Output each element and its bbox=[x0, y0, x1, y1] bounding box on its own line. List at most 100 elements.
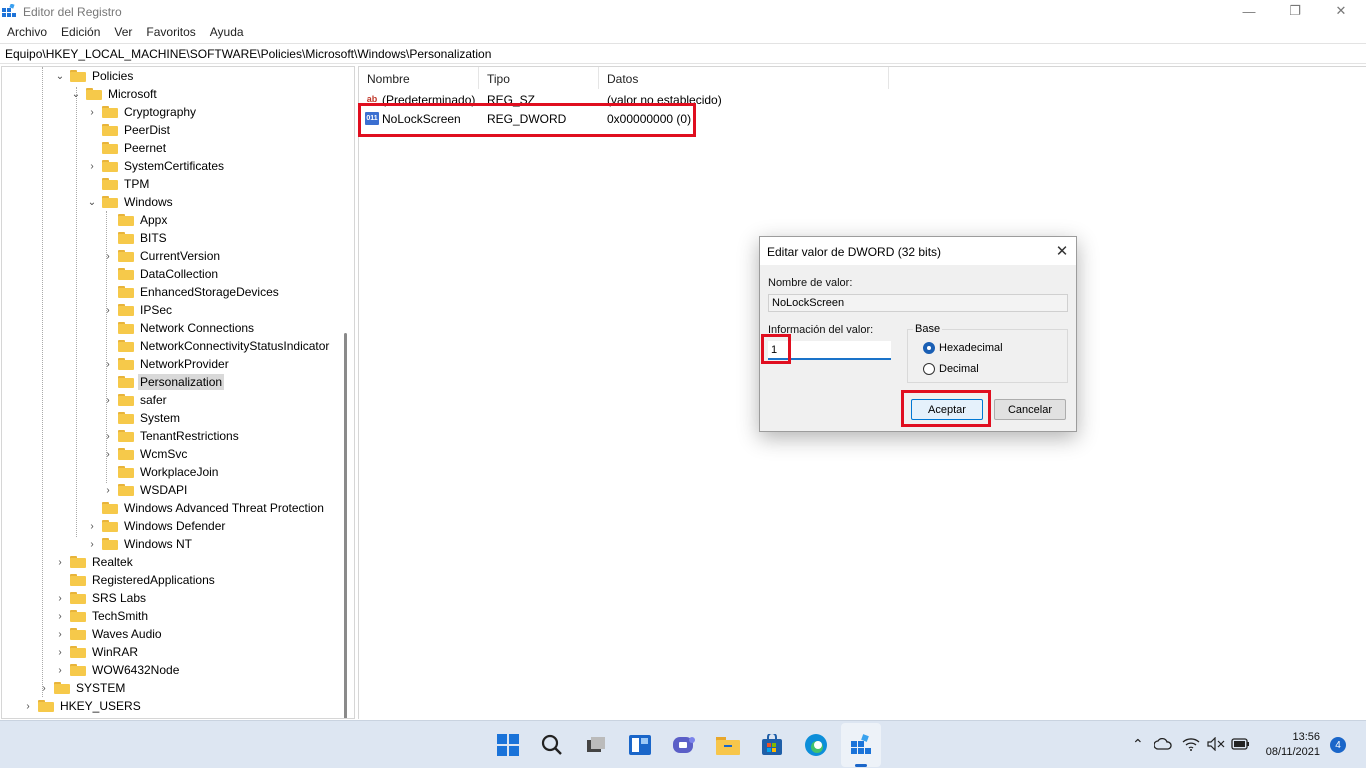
chevron-right-icon[interactable]: › bbox=[102, 448, 114, 460]
clock[interactable]: 13:56 08/11/2021 bbox=[1256, 730, 1320, 760]
radio-unchecked-icon[interactable] bbox=[923, 363, 935, 375]
column-header-name[interactable]: Nombre bbox=[359, 67, 479, 89]
base-label: Base bbox=[913, 323, 943, 335]
chevron-right-icon[interactable]: › bbox=[54, 610, 66, 622]
chevron-down-icon[interactable]: ⌄ bbox=[54, 70, 66, 82]
chevron-right-icon[interactable]: › bbox=[86, 160, 98, 172]
tree-item-winrar[interactable]: › WinRAR bbox=[54, 643, 140, 661]
tree-scrollbar-thumb[interactable] bbox=[344, 333, 347, 718]
tree-item-currentversion[interactable]: › CurrentVersion bbox=[102, 247, 222, 265]
tree-item-ipsec[interactable]: › IPSec bbox=[102, 301, 174, 319]
edge-browser-icon[interactable] bbox=[802, 731, 830, 759]
chevron-right-icon[interactable]: › bbox=[54, 646, 66, 658]
tree-item-networkconnectivitystatusindicator[interactable]: NetworkConnectivityStatusIndicator bbox=[102, 337, 331, 355]
notification-badge[interactable]: 4 bbox=[1330, 737, 1346, 753]
maximize-button[interactable]: ❐ bbox=[1272, 0, 1318, 22]
tree-item-cryptography[interactable]: › Cryptography bbox=[86, 103, 198, 121]
tree-item-windows-advanced-threat-protection[interactable]: Windows Advanced Threat Protection bbox=[86, 499, 326, 517]
tree-item-wsdapi[interactable]: › WSDAPI bbox=[102, 481, 189, 499]
tree-item-datacollection[interactable]: DataCollection bbox=[102, 265, 220, 283]
tree-item-windows[interactable]: ⌄ Windows bbox=[86, 193, 175, 211]
widgets-icon[interactable] bbox=[626, 731, 654, 759]
chevron-right-icon[interactable]: › bbox=[102, 430, 114, 442]
tree-item-waves-audio[interactable]: › Waves Audio bbox=[54, 625, 164, 643]
tree-item-enhancedstoragedevices[interactable]: EnhancedStorageDevices bbox=[102, 283, 281, 301]
menu-favoritos[interactable]: Favoritos bbox=[146, 22, 195, 42]
menu-edicion[interactable]: Edición bbox=[61, 22, 100, 42]
tree-item-windows-nt[interactable]: › Windows NT bbox=[86, 535, 194, 553]
column-header-data[interactable]: Datos bbox=[599, 67, 889, 89]
tree-item-windows-defender[interactable]: › Windows Defender bbox=[86, 517, 227, 535]
microsoft-store-icon[interactable] bbox=[758, 731, 786, 759]
radio-hexadecimal[interactable]: Hexadecimal bbox=[923, 342, 1003, 354]
tree-item-network-connections[interactable]: Network Connections bbox=[102, 319, 256, 337]
chevron-down-icon[interactable]: ⌄ bbox=[86, 196, 98, 208]
chevron-right-icon[interactable]: › bbox=[86, 520, 98, 532]
chevron-right-icon[interactable]: › bbox=[54, 592, 66, 604]
tree-item-bits[interactable]: BITS bbox=[102, 229, 169, 247]
highlight-box-ok-button bbox=[901, 390, 991, 427]
chevron-right-icon[interactable]: › bbox=[54, 556, 66, 568]
tree-item-peernet[interactable]: Peernet bbox=[86, 139, 168, 157]
chevron-right-icon[interactable]: › bbox=[102, 304, 114, 316]
folder-icon bbox=[102, 196, 118, 208]
address-bar[interactable]: Equipo\HKEY_LOCAL_MACHINE\SOFTWARE\Polic… bbox=[0, 43, 1366, 64]
file-explorer-icon[interactable] bbox=[714, 731, 742, 759]
volume-muted-icon[interactable] bbox=[1207, 736, 1225, 754]
tree-item-system-hive[interactable]: › SYSTEM bbox=[38, 679, 127, 697]
cloud-icon[interactable] bbox=[1153, 737, 1172, 753]
task-view-icon[interactable] bbox=[582, 731, 610, 759]
tree-item-systemcertificates[interactable]: › SystemCertificates bbox=[86, 157, 226, 175]
tree-item-techsmith[interactable]: › TechSmith bbox=[54, 607, 150, 625]
chevron-right-icon[interactable]: › bbox=[102, 484, 114, 496]
tree-item-realtek[interactable]: › Realtek bbox=[54, 553, 135, 571]
close-button[interactable]: ✕ bbox=[1318, 0, 1364, 22]
tree-item-wcmsvc[interactable]: › WcmSvc bbox=[102, 445, 189, 463]
close-icon[interactable]: ✕ bbox=[1052, 241, 1072, 261]
chevron-right-icon[interactable]: › bbox=[54, 664, 66, 676]
chevron-right-icon[interactable]: › bbox=[86, 106, 98, 118]
cancel-button[interactable]: Cancelar bbox=[994, 399, 1066, 420]
tree-item-personalization[interactable]: Personalization bbox=[102, 373, 225, 391]
tree-item-tpm[interactable]: TPM bbox=[86, 175, 151, 193]
radio-decimal[interactable]: Decimal bbox=[923, 363, 979, 375]
value-name-label: Nombre de valor: bbox=[768, 277, 853, 289]
chevron-right-icon[interactable]: › bbox=[86, 538, 98, 550]
tree-item-srs-labs[interactable]: › SRS Labs bbox=[54, 589, 148, 607]
chevron-right-icon[interactable]: › bbox=[102, 394, 114, 406]
start-icon[interactable] bbox=[494, 731, 522, 759]
chevron-right-icon[interactable]: › bbox=[54, 628, 66, 640]
tree-item-policies[interactable]: ⌄ Policies bbox=[54, 67, 135, 85]
folder-icon bbox=[86, 88, 102, 100]
tree-item-networkprovider[interactable]: › NetworkProvider bbox=[102, 355, 231, 373]
chevron-right-icon[interactable]: › bbox=[102, 358, 114, 370]
radio-checked-icon[interactable] bbox=[923, 342, 935, 354]
chevron-down-icon[interactable]: ⌄ bbox=[70, 88, 82, 100]
tree-item-wow6432node[interactable]: › WOW6432Node bbox=[54, 661, 181, 679]
tree-item-appx[interactable]: Appx bbox=[102, 211, 169, 229]
folder-icon bbox=[118, 484, 134, 496]
minimize-button[interactable]: — bbox=[1226, 0, 1272, 22]
registry-editor-taskbar-icon[interactable] bbox=[847, 731, 875, 759]
tree-item-workplacejoin[interactable]: WorkplaceJoin bbox=[102, 463, 220, 481]
battery-icon[interactable] bbox=[1230, 737, 1250, 754]
chat-icon[interactable] bbox=[670, 731, 698, 759]
tree-item-hkey-users[interactable]: › HKEY_USERS bbox=[22, 697, 143, 715]
menu-ver[interactable]: Ver bbox=[114, 22, 132, 42]
key-tree[interactable]: ⌄ Policies ⌄ Microsoft › Cryptography PeerD… bbox=[1, 66, 355, 719]
column-header-type[interactable]: Tipo bbox=[479, 67, 599, 89]
tree-item-safer[interactable]: › safer bbox=[102, 391, 169, 409]
menu-ayuda[interactable]: Ayuda bbox=[210, 22, 244, 42]
chevron-right-icon[interactable]: › bbox=[22, 700, 34, 712]
tree-item-registeredapplications[interactable]: RegisteredApplications bbox=[54, 571, 217, 589]
chevron-right-icon[interactable]: › bbox=[38, 682, 50, 694]
search-icon[interactable] bbox=[538, 731, 566, 759]
tree-item-system[interactable]: System bbox=[102, 409, 182, 427]
chevron-right-icon[interactable]: › bbox=[102, 250, 114, 262]
wifi-icon[interactable] bbox=[1182, 737, 1200, 754]
tree-item-microsoft[interactable]: ⌄ Microsoft bbox=[70, 85, 159, 103]
menu-archivo[interactable]: Archivo bbox=[7, 22, 47, 42]
tree-item-peerdist[interactable]: PeerDist bbox=[86, 121, 172, 139]
chevron-up-icon[interactable]: ⌃ bbox=[1132, 736, 1144, 753]
tree-item-tenantrestrictions[interactable]: › TenantRestrictions bbox=[102, 427, 241, 445]
